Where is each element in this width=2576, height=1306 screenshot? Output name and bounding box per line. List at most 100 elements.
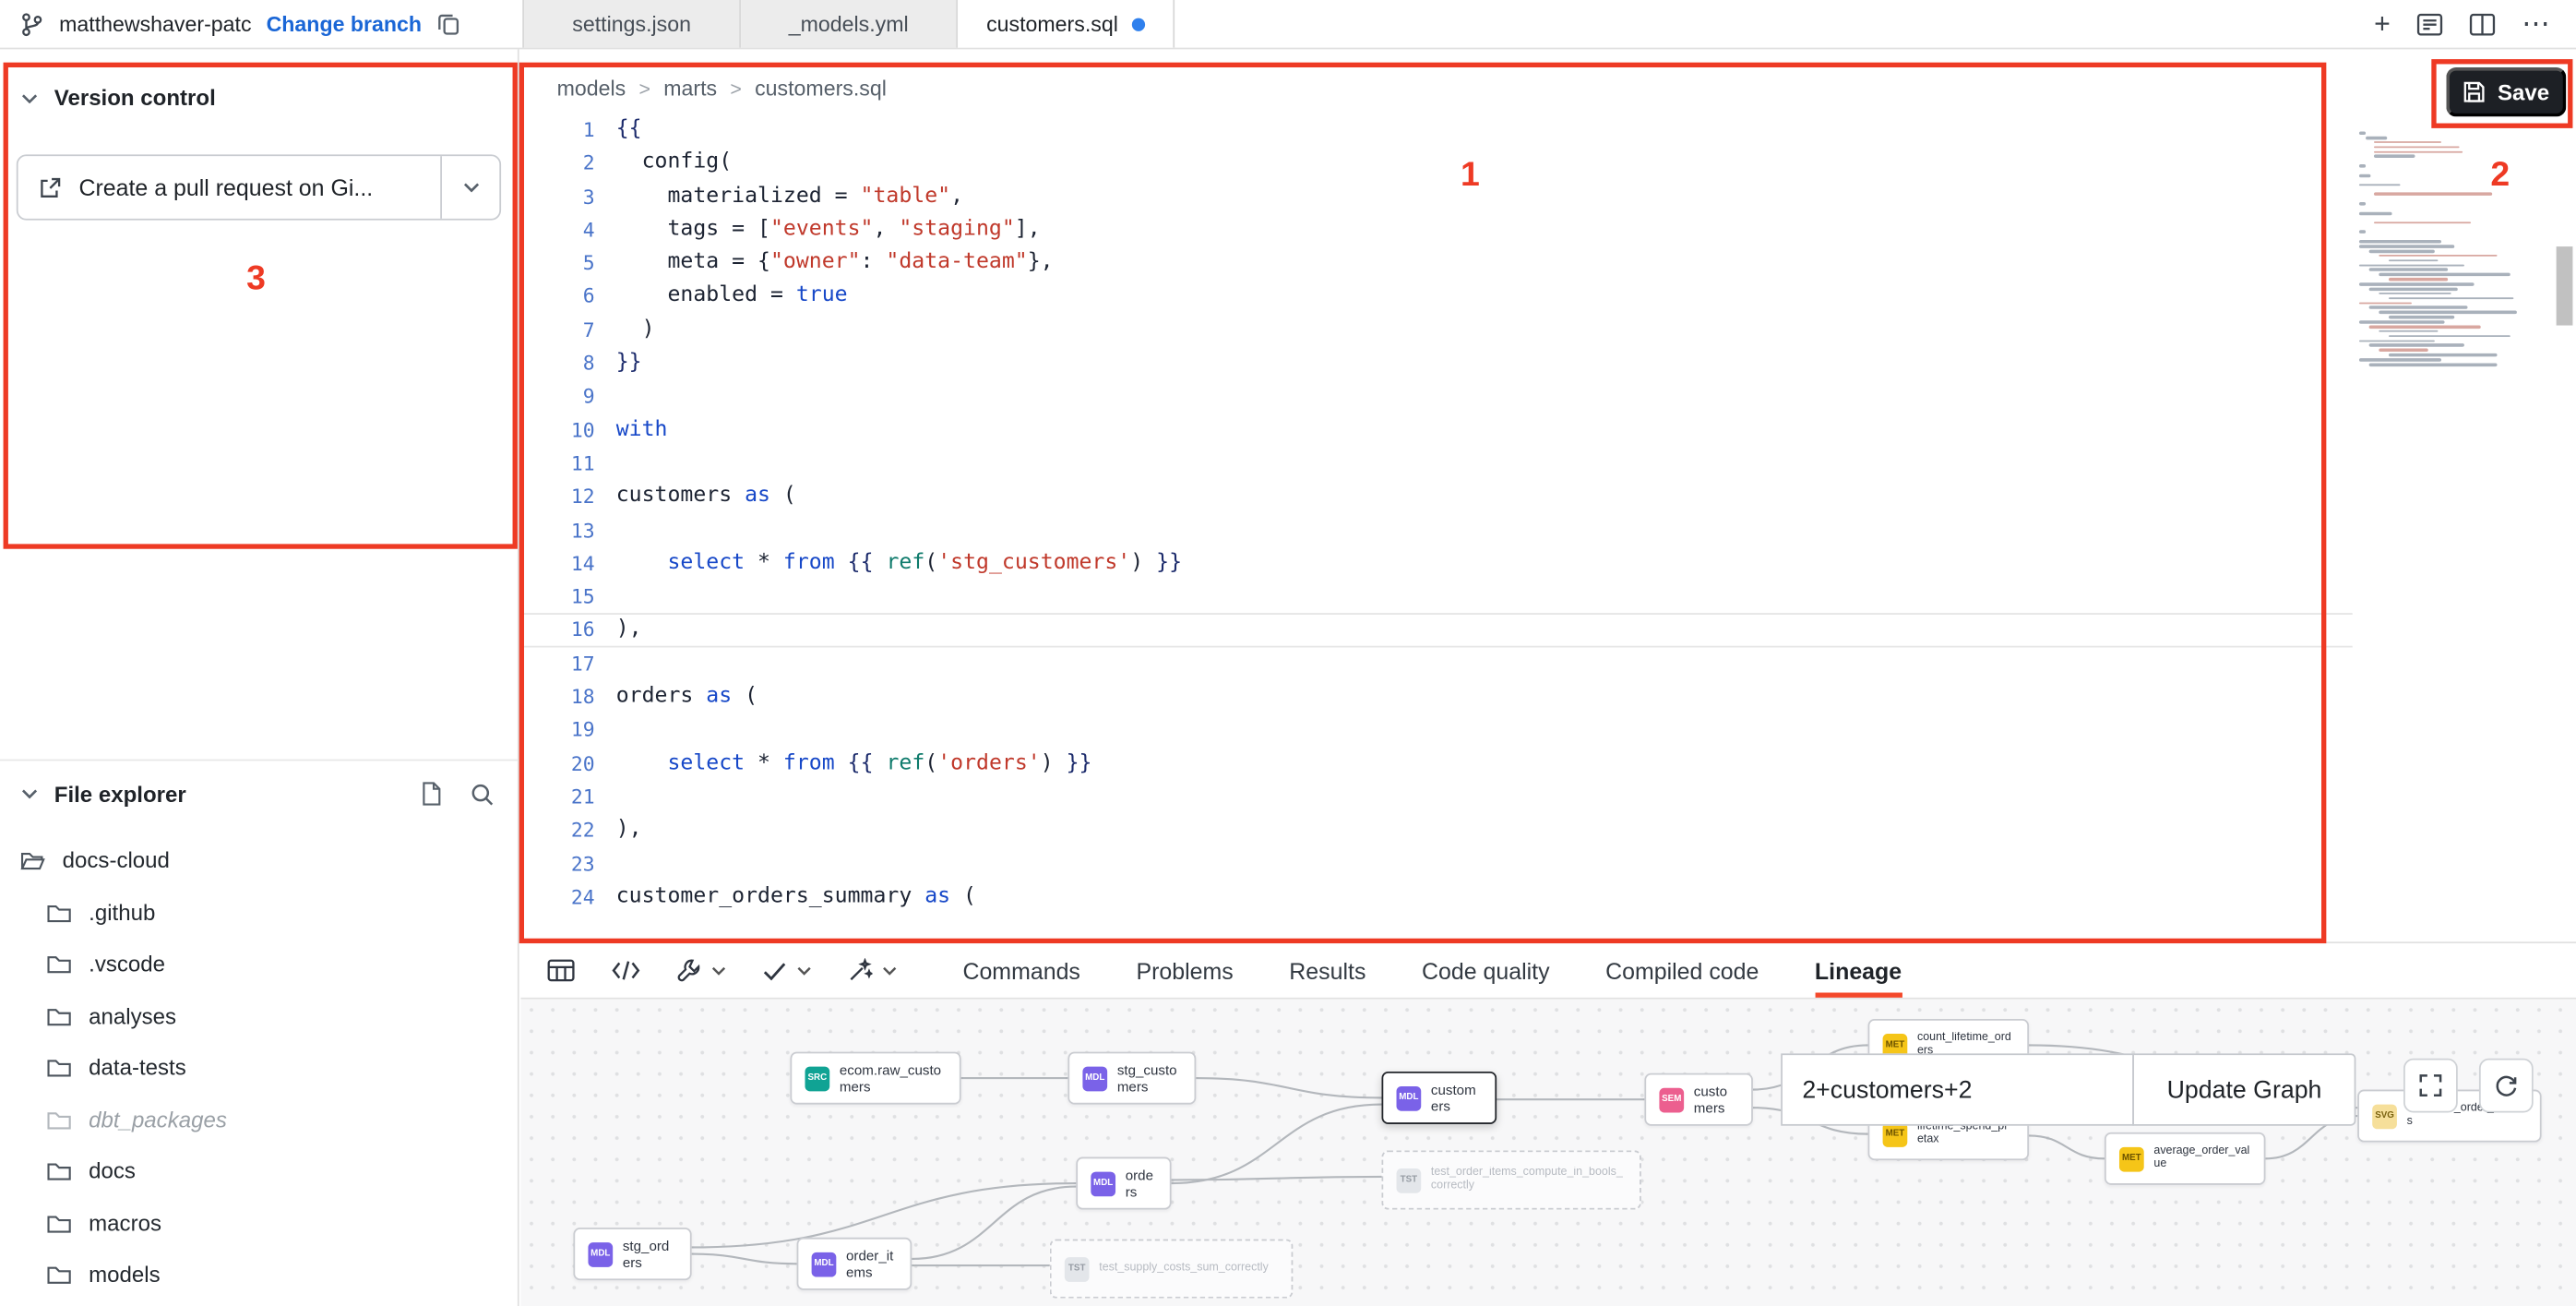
file-tree-item-macros[interactable]: macros — [0, 1197, 516, 1249]
code-line-23[interactable]: 23 — [520, 847, 2352, 881]
code-line-19[interactable]: 19 — [520, 713, 2352, 747]
code-line-20[interactable]: 20 select * from {{ ref('orders') }} — [520, 748, 2352, 781]
file-tree-item-dbt-packages[interactable]: dbt_packages — [0, 1094, 516, 1145]
file-tree-label: macros — [89, 1211, 161, 1236]
more-options-icon[interactable]: ⋯ — [2522, 10, 2549, 38]
code-icon[interactable] — [611, 960, 640, 981]
file-explorer-header[interactable]: File explorer — [21, 773, 495, 815]
code-line-3[interactable]: 3 materialized = "table", — [520, 180, 2352, 213]
bottom-tab-compiled-code[interactable]: Compiled code — [1605, 943, 1759, 998]
lint-dropdown[interactable] — [762, 961, 811, 980]
code-line-15[interactable]: 15 — [520, 581, 2352, 614]
create-pull-request-button[interactable]: Create a pull request on Gi... — [17, 154, 501, 220]
code-line-18[interactable]: 18orders as ( — [520, 680, 2352, 713]
code-line-10[interactable]: 10with — [520, 413, 2352, 447]
code-editor[interactable]: models>marts>customers.sql 1{{2 config(3… — [520, 49, 2352, 941]
line-number: 17 — [520, 647, 615, 680]
change-branch-link[interactable]: Change branch — [267, 11, 422, 36]
code-line-14[interactable]: 14 select * from {{ ref('stg_customers')… — [520, 547, 2352, 581]
code-line-12[interactable]: 12customers as ( — [520, 480, 2352, 513]
code-text: ), — [616, 814, 642, 847]
fix-dropdown[interactable] — [848, 958, 897, 983]
code-line-2[interactable]: 2 config( — [520, 147, 2352, 180]
file-tree-item-data-tests[interactable]: data-tests — [0, 1042, 516, 1094]
code-line-1[interactable]: 1{{ — [520, 114, 2352, 147]
minimap[interactable] — [2359, 131, 2550, 394]
external-link-icon — [38, 175, 63, 200]
version-control-header[interactable]: Version control — [21, 86, 216, 111]
code-line-24[interactable]: 24customer_orders_summary as ( — [520, 881, 2352, 914]
refresh-icon — [2494, 1073, 2519, 1098]
tab-label: customers.sql — [986, 11, 1118, 36]
split-editor-icon[interactable] — [2469, 12, 2495, 35]
file-tree-item-docs-cloud[interactable]: docs-cloud — [0, 835, 516, 887]
unsaved-indicator-dot — [1131, 18, 1144, 30]
code-text: ), — [616, 614, 642, 647]
code-line-17[interactable]: 17 — [520, 647, 2352, 680]
pr-button-dropdown[interactable] — [440, 156, 499, 219]
line-number: 19 — [520, 713, 615, 747]
lineage-node-order-items[interactable]: MDLorder_items — [797, 1238, 912, 1290]
search-icon[interactable] — [470, 782, 495, 807]
lineage-node-average-order-value[interactable]: METaverage_order_value — [2105, 1132, 2266, 1185]
lineage-node-stg-customers[interactable]: MDLstg_customers — [1067, 1052, 1196, 1105]
code-line-4[interactable]: 4 tags = ["events", "staging"], — [520, 213, 2352, 246]
lineage-node-test-order-items-compute-in-bools-correctly[interactable]: TSTtest_order_items_compute_in_bools_cor… — [1381, 1150, 1640, 1209]
lineage-node-customers[interactable]: MDLcustomers — [1381, 1072, 1497, 1124]
bottom-tab-lineage[interactable]: Lineage — [1815, 943, 1902, 998]
file-tree-item--github[interactable]: .github — [0, 887, 516, 939]
lineage-node-stg-orders[interactable]: MDLstg_orders — [573, 1228, 691, 1280]
node-type-badge: MDL — [812, 1252, 837, 1276]
file-tree-item-analyses[interactable]: analyses — [0, 990, 516, 1042]
editor-list-icon[interactable] — [2416, 12, 2442, 35]
file-tree-label: docs — [89, 1159, 136, 1184]
breadcrumb: models>marts>customers.sql — [520, 49, 2352, 106]
lineage-selector-input[interactable] — [1781, 1053, 2134, 1125]
top-bar: matthewshaver-patc Change branch setting… — [0, 0, 2576, 49]
editor-scrollbar-thumb[interactable] — [2557, 246, 2573, 325]
new-tab-icon[interactable]: + — [2374, 10, 2391, 38]
breadcrumb-item[interactable]: models — [557, 76, 626, 101]
file-tree-item-docs[interactable]: docs — [0, 1145, 516, 1197]
code-line-6[interactable]: 6 enabled = true — [520, 281, 2352, 314]
code-line-7[interactable]: 7 ) — [520, 314, 2352, 347]
refresh-graph-button[interactable] — [2479, 1059, 2534, 1113]
breadcrumb-item[interactable]: customers.sql — [755, 76, 887, 101]
bottom-tab-commands[interactable]: Commands — [962, 943, 1079, 998]
code-line-9[interactable]: 9 — [520, 380, 2352, 413]
code-line-11[interactable]: 11 — [520, 447, 2352, 480]
save-button[interactable]: Save — [2446, 67, 2566, 116]
lineage-node-customers[interactable]: SEMcustomers — [1644, 1073, 1753, 1126]
lineage-node-ecom-raw-customers[interactable]: SRCecom.raw_customers — [790, 1052, 960, 1105]
code-line-8[interactable]: 8}} — [520, 347, 2352, 380]
folder-icon — [46, 1263, 72, 1288]
tab-models-yml[interactable]: _models.yml — [741, 0, 958, 48]
tab-customers-sql[interactable]: customers.sql — [958, 0, 1175, 48]
code-line-22[interactable]: 22), — [520, 814, 2352, 847]
code-line-5[interactable]: 5 meta = {"owner": "data-team"}, — [520, 246, 2352, 280]
copy-branch-icon[interactable] — [436, 11, 459, 36]
bottom-tab-results[interactable]: Results — [1289, 943, 1366, 998]
sidebar-divider — [0, 760, 518, 761]
code-lines[interactable]: 1{{2 config(3 materialized = "table",4 t… — [520, 114, 2352, 914]
breadcrumb-item[interactable]: marts — [663, 76, 717, 101]
code-line-13[interactable]: 13 — [520, 514, 2352, 547]
file-tree-item-models[interactable]: models — [0, 1249, 516, 1300]
code-line-16[interactable]: 16), — [520, 614, 2352, 647]
lineage-node-test-supply-costs-sum-correctly[interactable]: TSTtest_supply_costs_sum_correctly — [1050, 1240, 1294, 1299]
bottom-tab-code-quality[interactable]: Code quality — [1422, 943, 1550, 998]
bottom-tab-problems[interactable]: Problems — [1136, 943, 1233, 998]
fullscreen-button[interactable] — [2403, 1059, 2458, 1113]
update-graph-button[interactable]: Update Graph — [2132, 1053, 2356, 1125]
new-file-icon[interactable] — [419, 781, 444, 807]
file-tree-item--vscode[interactable]: .vscode — [0, 939, 516, 990]
build-tools-dropdown[interactable] — [677, 958, 726, 983]
line-number: 11 — [520, 447, 615, 480]
results-table-icon[interactable] — [547, 958, 575, 983]
lineage-node-orders[interactable]: MDLorders — [1076, 1157, 1171, 1210]
tab-settings-json[interactable]: settings.json — [524, 0, 741, 48]
chevron-down-icon — [462, 183, 479, 193]
code-line-21[interactable]: 21 — [520, 781, 2352, 814]
chevron-down-icon — [882, 965, 897, 976]
lineage-graph[interactable]: SRCecom.raw_customers MDLstg_customers MDL… — [520, 1000, 2576, 1306]
